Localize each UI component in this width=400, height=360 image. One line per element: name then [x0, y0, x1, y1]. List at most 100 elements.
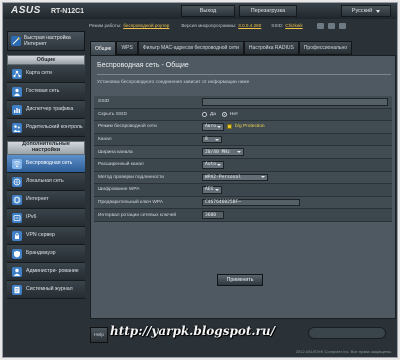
- apply-button[interactable]: Применить: [217, 274, 263, 286]
- hide-ssid-label: Скрыть SSID: [98, 111, 127, 117]
- sidebar-item-label: Карта сети: [26, 69, 52, 76]
- status-bar: Режим работы: беспроводной роутер Версия…: [89, 21, 397, 30]
- chevron-down-icon: [261, 176, 265, 179]
- sidebar-item-parental-control[interactable]: Родительский контроль: [7, 119, 85, 137]
- auth-method-value: WPA2-Personal: [205, 174, 241, 180]
- hide-ssid-yes-radio[interactable]: [202, 111, 207, 117]
- channel-width-label: Ширина канала: [98, 149, 133, 155]
- firmware-value-link[interactable]: 3.0.0.4.260: [238, 23, 261, 28]
- sidebar-item-vpn[interactable]: VPN сервер: [7, 227, 85, 245]
- page-title: Беспроводная сеть - Общие: [97, 62, 189, 69]
- form-row-wireless-mode: Режим беспроводной сети Авто b/g Protect…: [94, 121, 392, 134]
- mode-value-link[interactable]: беспроводной роутер: [123, 23, 169, 28]
- usb-status-icon[interactable]: [327, 22, 335, 29]
- sidebar-item-wireless[interactable]: Беспроводная сеть: [7, 155, 85, 173]
- channel-select[interactable]: 8: [202, 135, 222, 144]
- language-select[interactable]: Русский: [341, 5, 391, 17]
- sidebar-item-label: IPv6: [26, 213, 37, 220]
- wan-status-icon[interactable]: [316, 22, 324, 29]
- form-row-channel: Канал 8: [94, 133, 392, 147]
- sidebar-item-label: Администри- рование: [26, 267, 79, 274]
- parental-control-icon: [12, 122, 22, 133]
- help-button[interactable]: Help: [90, 327, 108, 343]
- title-divider: [97, 74, 391, 75]
- sidebar-item-traffic-manager[interactable]: Диспетчер трафика: [7, 101, 85, 119]
- bg-protection-label: b/g Protection: [235, 124, 265, 130]
- ext-channel-label: Расширенный канал: [98, 162, 144, 168]
- ssid-label: SSID:: [271, 23, 284, 28]
- chevron-down-icon: [237, 151, 241, 154]
- footer-search-input[interactable]: [308, 327, 386, 339]
- system-log-icon: [12, 284, 22, 295]
- key-rotation-input[interactable]: 3600: [202, 211, 224, 219]
- wpa-key-input[interactable]: C467646025BF~: [202, 198, 300, 207]
- language-value: Русский: [351, 8, 373, 14]
- sidebar-item-label: Диспетчер трафика: [26, 105, 74, 112]
- form-row-ext-channel: Расширенный канал Auto: [94, 158, 392, 172]
- sidebar-item-system-log[interactable]: Системный журнал: [7, 281, 85, 299]
- quick-setup-button[interactable]: Быстрая настройка Интернет: [7, 31, 85, 51]
- sidebar: Быстрая настройка Интернет Общие Карта с…: [7, 31, 87, 357]
- mode-label: Режим работы:: [89, 23, 122, 28]
- sidebar-item-lan[interactable]: Локальная сеть: [7, 173, 85, 191]
- ext-channel-value: Auto: [205, 162, 217, 168]
- tab-bar: Общие WPS Фильтр MAC-адресов беспроводно…: [90, 41, 396, 55]
- sidebar-item-internet[interactable]: Интернет: [7, 191, 85, 209]
- top-bar: ASUS RT-N12C1 Выход Перезагрузка Русский: [3, 3, 397, 19]
- wireless-mode-select[interactable]: Авто: [202, 123, 224, 131]
- tab-mac-filter[interactable]: Фильтр MAC-адресов беспроводной сети: [137, 41, 244, 55]
- help-label: Help: [94, 332, 104, 338]
- hide-ssid-no-label: Нет: [229, 111, 239, 117]
- ssid-label: SSID: [98, 99, 110, 105]
- ssid-input[interactable]: [202, 98, 388, 106]
- form-row-hide-ssid: Скрыть SSID Да Нет: [94, 108, 392, 122]
- sidebar-item-label: Интернет: [26, 195, 49, 202]
- form-row-ssid: SSID: [94, 96, 392, 109]
- ext-channel-select[interactable]: Auto: [202, 161, 224, 169]
- ssid-value-link[interactable]: Chizkeik: [285, 23, 302, 28]
- form-row-wpa-encryption: Шифрование WPA AES: [94, 184, 392, 197]
- sidebar-item-label: Родительский контроль: [26, 123, 83, 130]
- chevron-down-icon: [215, 138, 219, 141]
- main-content: Общие WPS Фильтр MAC-адресов беспроводно…: [90, 41, 396, 319]
- network-map-icon: [12, 68, 22, 79]
- quick-setup-label: Быстрая настройка Интернет: [24, 35, 71, 47]
- auth-method-select[interactable]: WPA2-Personal: [202, 173, 268, 182]
- tab-general[interactable]: Общие: [90, 41, 117, 55]
- asus-logo: ASUS: [11, 5, 41, 16]
- wpa-encryption-select[interactable]: AES: [202, 186, 222, 194]
- auth-method-label: Метод проверки подлинности: [98, 174, 164, 180]
- key-rotation-label: Интервал ротации сетевых ключей: [98, 212, 177, 218]
- reboot-button[interactable]: Перезагрузка: [239, 5, 297, 17]
- bg-protection-checkbox[interactable]: [227, 124, 232, 130]
- sidebar-item-label: Брандмауэр: [26, 249, 56, 256]
- tab-radius[interactable]: Настройка RADIUS: [243, 41, 299, 55]
- administration-icon: [12, 266, 22, 277]
- sidebar-item-ipv6[interactable]: IPv6: [7, 209, 85, 227]
- traffic-manager-icon: [12, 104, 22, 115]
- internet-icon: [12, 194, 22, 205]
- tab-wps[interactable]: WPS: [116, 41, 138, 55]
- sidebar-item-label: Гостевая сеть: [26, 87, 60, 94]
- wpa-encryption-label: Шифрование WPA: [98, 187, 140, 193]
- chevron-down-icon: [215, 188, 219, 191]
- watermark-text: http://yarpk.blogspot.ru/: [110, 324, 275, 338]
- advanced-section-header: Дополнительные настройки: [7, 141, 85, 155]
- sidebar-item-firewall[interactable]: Брандмауэр: [7, 245, 85, 263]
- sidebar-item-network-map[interactable]: Карта сети: [7, 65, 85, 83]
- guest-network-icon: [12, 86, 22, 97]
- system-status-icon[interactable]: [338, 22, 346, 29]
- wireless-general-panel: Беспроводная сеть - Общие Установка бесп…: [90, 55, 396, 319]
- form-row-wpa-key: Предварительный ключ WPA C467646025BF~: [94, 196, 392, 210]
- hide-ssid-no-radio[interactable]: [221, 111, 227, 117]
- wireless-icon: [12, 158, 22, 169]
- channel-label: Канал: [98, 137, 112, 143]
- form-row-auth-method: Метод проверки подлинности WPA2-Personal: [94, 171, 392, 185]
- wireless-mode-value: Авто: [205, 124, 217, 130]
- channel-width-select[interactable]: 20/40 MHz: [202, 148, 244, 156]
- sidebar-item-administration[interactable]: Администри- рование: [7, 263, 85, 281]
- sidebar-item-guest-network[interactable]: Гостевая сеть: [7, 83, 85, 101]
- logout-button[interactable]: Выход: [181, 5, 235, 17]
- firmware-label: Версия микропрограммы:: [181, 23, 237, 28]
- tab-professional[interactable]: Профессионально: [298, 41, 353, 55]
